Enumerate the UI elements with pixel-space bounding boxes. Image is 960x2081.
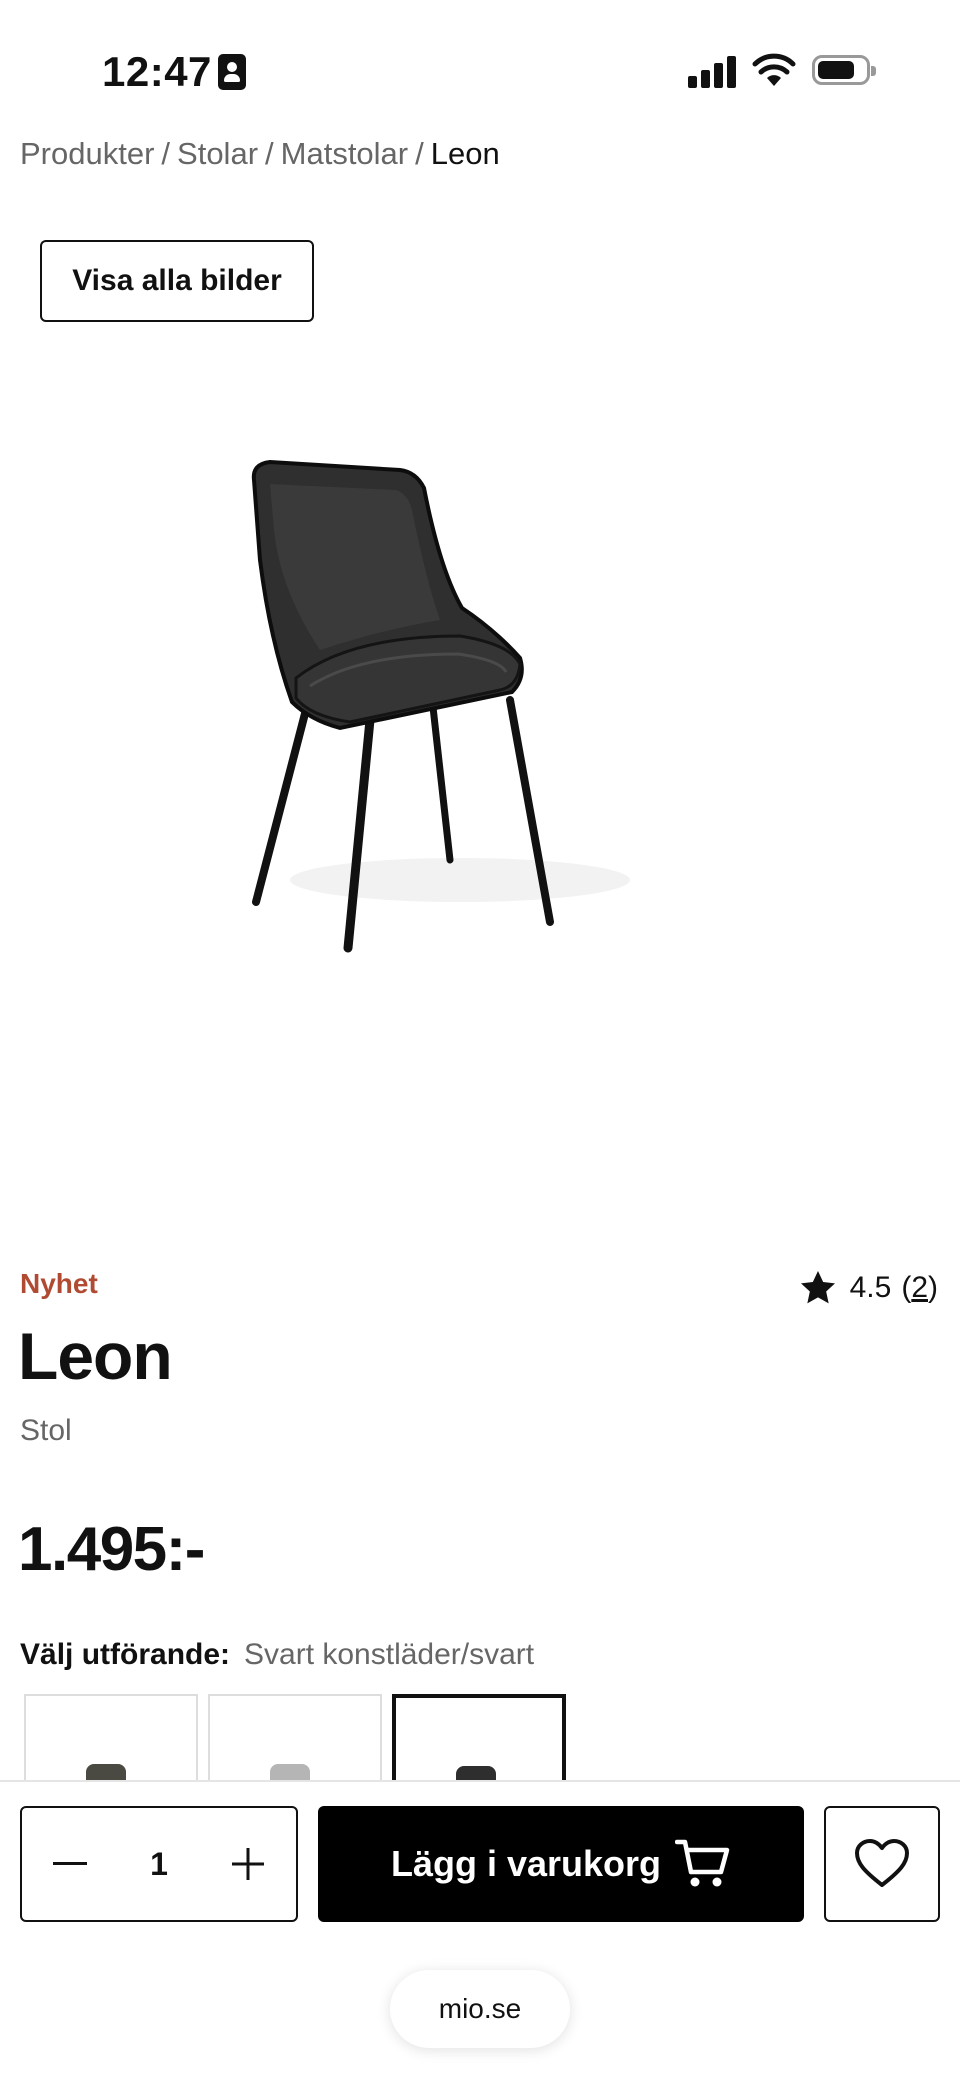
heart-icon bbox=[855, 1839, 909, 1887]
product-price: 1.495:- bbox=[18, 1515, 205, 1584]
quantity-stepper: 1 bbox=[20, 1806, 298, 1922]
variant-swatch-1[interactable] bbox=[24, 1694, 198, 1794]
plus-icon[interactable] bbox=[226, 1842, 270, 1886]
new-badge: Nyhet bbox=[20, 1268, 98, 1299]
cart-icon bbox=[675, 1839, 730, 1887]
product-image[interactable] bbox=[200, 440, 680, 980]
variant-selector-label: Välj utförande: Svart konstläder/svart bbox=[20, 1638, 534, 1672]
rating-score: 4.5 bbox=[849, 1271, 892, 1304]
wifi-icon bbox=[752, 53, 796, 86]
product-type: Stol bbox=[20, 1414, 72, 1447]
breadcrumb-current: Leon bbox=[430, 136, 500, 171]
add-to-cart-button[interactable]: Lägg i varukorg bbox=[318, 1806, 804, 1922]
variant-swatch-2[interactable] bbox=[208, 1694, 382, 1794]
quantity-value[interactable]: 1 bbox=[150, 1846, 168, 1883]
battery-icon bbox=[812, 55, 876, 85]
variant-label: Välj utförande: bbox=[20, 1638, 231, 1671]
cellular-signal-icon bbox=[688, 56, 738, 88]
breadcrumb-stolar[interactable]: Stolar bbox=[177, 136, 258, 171]
variant-value: Svart konstläder/svart bbox=[244, 1638, 535, 1671]
minus-icon[interactable] bbox=[48, 1842, 92, 1886]
breadcrumb: Produkter / Stolar / Matstolar / Leon bbox=[20, 136, 500, 171]
status-bar: 12:47 bbox=[0, 0, 960, 140]
add-to-cart-label: Lägg i varukorg bbox=[390, 1843, 662, 1884]
variant-swatch-3[interactable] bbox=[392, 1694, 566, 1794]
breadcrumb-matstolar[interactable]: Matstolar bbox=[281, 136, 408, 171]
favorite-button[interactable] bbox=[824, 1806, 940, 1922]
review-count-link[interactable]: 2 bbox=[911, 1271, 928, 1305]
breadcrumb-produkter[interactable]: Produkter bbox=[20, 136, 154, 171]
star-icon bbox=[800, 1271, 835, 1304]
view-all-images-button[interactable]: Visa alla bilder bbox=[40, 240, 314, 322]
variant-swatches bbox=[24, 1694, 566, 1794]
sticky-cart-bar: 1 Lägg i varukorg bbox=[0, 1780, 960, 1940]
rating[interactable]: 4.5 (2) bbox=[798, 1268, 938, 1308]
browser-url-bar[interactable]: mio.se bbox=[390, 1970, 570, 2048]
status-time: 12:47 bbox=[102, 48, 212, 95]
product-title: Leon bbox=[18, 1319, 173, 1393]
contact-card-icon bbox=[218, 54, 246, 90]
